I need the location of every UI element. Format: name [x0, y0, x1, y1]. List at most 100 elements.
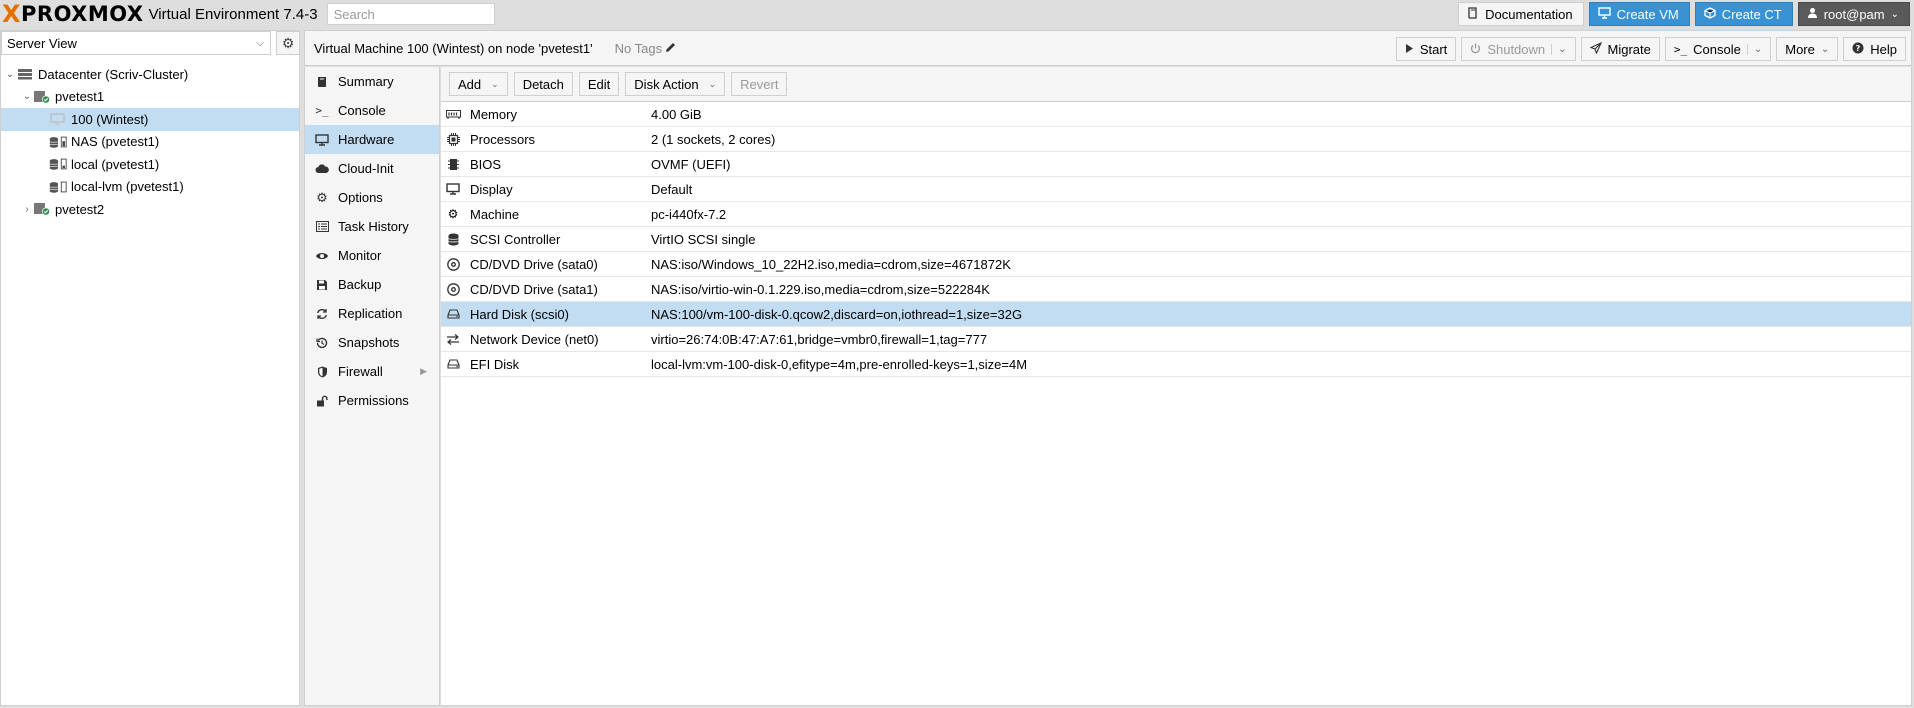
view-selector[interactable]: Server View ⌵ — [1, 31, 271, 55]
chevron-down-icon: ⌄ — [1890, 8, 1899, 20]
tree-node-storage-local[interactable]: local (pvetest1) — [1, 153, 299, 176]
menu-item-hardware[interactable]: Hardware — [305, 125, 439, 154]
menu-item-replication[interactable]: Replication — [305, 299, 439, 328]
hardware-panel: Add ⌄ Detach Edit Disk Action ⌄ Revert M… — [441, 67, 1912, 706]
hardware-row[interactable]: SCSI Controller VirtIO SCSI single — [441, 227, 1911, 252]
add-button[interactable]: Add ⌄ — [449, 72, 508, 96]
pencil-icon[interactable] — [665, 41, 676, 56]
hardware-row[interactable]: Memory 4.00 GiB — [441, 102, 1911, 127]
start-button[interactable]: Start — [1395, 37, 1457, 61]
shield-icon — [314, 366, 330, 378]
hardware-row[interactable]: Network Device (net0) virtio=26:74:0B:47… — [441, 327, 1911, 352]
expand-icon[interactable]: › — [21, 204, 33, 215]
book-icon — [314, 76, 330, 88]
collapse-icon[interactable]: ⌄ — [21, 91, 33, 102]
logo-x: X — [2, 0, 22, 28]
list-icon — [314, 221, 330, 232]
hardware-row[interactable]: CD/DVD Drive (sata0) NAS:iso/Windows_10_… — [441, 252, 1911, 277]
hdd-icon — [445, 359, 461, 369]
chevron-down-icon: ⌄ — [708, 78, 717, 89]
tree-settings-button[interactable]: ⚙ — [276, 31, 300, 55]
refresh-icon — [314, 308, 330, 320]
expand-submenu-icon[interactable]: ▶ — [420, 366, 427, 377]
create-ct-button[interactable]: Create CT — [1694, 2, 1793, 26]
storage-icon — [49, 157, 67, 171]
database-icon — [445, 233, 461, 246]
documentation-button[interactable]: Documentation — [1458, 2, 1584, 26]
cdrom-icon — [445, 257, 461, 271]
menu-item-task-history[interactable]: Task History — [305, 212, 439, 241]
question-circle-icon: ? — [1852, 42, 1864, 57]
monitor-icon — [314, 133, 330, 146]
migrate-button[interactable]: Migrate — [1580, 37, 1660, 61]
search-input[interactable] — [326, 3, 495, 25]
hardware-row[interactable]: Display Default — [441, 177, 1911, 202]
menu-item-backup[interactable]: Backup — [305, 270, 439, 299]
tree-node-pvetest1[interactable]: ⌄ pvetest1 — [1, 86, 299, 109]
menu-item-cloud-init[interactable]: Cloud-Init — [305, 154, 439, 183]
revert-button[interactable]: Revert — [731, 72, 788, 96]
menu-item-summary[interactable]: Summary — [305, 67, 439, 96]
top-bar: X PROXMOX Virtual Environment 7.4-3 Docu… — [0, 0, 1914, 28]
node-online-icon — [33, 90, 51, 104]
storage-icon — [49, 135, 67, 149]
hardware-toolbar: Add ⌄ Detach Edit Disk Action ⌄ Revert — [441, 67, 1911, 102]
power-icon — [1470, 42, 1481, 57]
hardware-row[interactable]: Hard Disk (scsi0) NAS:100/vm-100-disk-0.… — [441, 302, 1911, 327]
menu-item-permissions[interactable]: Permissions — [305, 386, 439, 415]
shutdown-button[interactable]: Shutdown ⌄ — [1461, 37, 1576, 61]
chevron-down-icon[interactable]: ⌄ — [1746, 43, 1762, 55]
console-button[interactable]: >_ Console ⌄ — [1664, 37, 1772, 61]
user-menu-button[interactable]: root@pam ⌄ — [1797, 2, 1910, 26]
chip-icon — [445, 158, 461, 171]
hardware-row[interactable]: EFI Disk local-lvm:vm-100-disk-0,efitype… — [441, 352, 1911, 377]
history-icon — [314, 337, 330, 349]
resource-tree: ⌄ Datacenter (Scriv-Cluster) ⌄ pvetest1 … — [1, 63, 299, 221]
hardware-row[interactable]: ⚙ Machine pc-i440fx-7.2 — [441, 202, 1911, 227]
menu-item-console[interactable]: >_ Console — [305, 96, 439, 125]
tree-node-vm-100[interactable]: 100 (Wintest) — [1, 108, 299, 131]
proxmox-logo[interactable]: X PROXMOX — [0, 0, 144, 28]
node-online-icon — [33, 202, 51, 216]
hardware-row[interactable]: Processors 2 (1 sockets, 2 cores) — [441, 127, 1911, 152]
storage-icon — [49, 180, 67, 194]
version-label: Virtual Environment 7.4-3 — [148, 5, 318, 23]
paper-plane-icon — [1589, 41, 1602, 57]
tree-node-storage-nas[interactable]: NAS (pvetest1) — [1, 131, 299, 154]
edit-button[interactable]: Edit — [578, 72, 620, 96]
cogs-icon: ⚙ — [447, 207, 459, 221]
disk-action-button[interactable]: Disk Action ⌄ — [625, 72, 726, 96]
menu-item-snapshots[interactable]: Snapshots — [305, 328, 439, 357]
cloud-icon — [314, 163, 330, 174]
more-button[interactable]: More ⌄ — [1776, 37, 1839, 61]
logo-text: PROXMOX — [21, 2, 144, 26]
chevron-down-icon: ⌵ — [256, 38, 264, 49]
cdrom-icon — [445, 282, 461, 296]
chevron-down-icon: ⌄ — [1820, 43, 1830, 55]
menu-item-options[interactable]: ⚙ Options — [305, 183, 439, 212]
resource-tree-panel: Server View ⌵ ⚙ ⌄ Datacenter (Scriv-Clus… — [0, 30, 300, 706]
menu-item-firewall[interactable]: Firewall ▶ — [305, 357, 439, 386]
menu-item-monitor[interactable]: Monitor — [305, 241, 439, 270]
content-header: Virtual Machine 100 (Wintest) on node 'p… — [304, 30, 1912, 66]
floppy-disk-icon — [314, 279, 330, 291]
tree-node-pvetest2[interactable]: › pvetest2 — [1, 198, 299, 221]
svg-text:?: ? — [1856, 44, 1861, 53]
chevron-down-icon[interactable]: ⌄ — [1551, 43, 1567, 55]
help-button[interactable]: ? Help — [1843, 37, 1906, 61]
create-vm-button[interactable]: Create VM — [1588, 2, 1690, 26]
detach-button[interactable]: Detach — [513, 72, 573, 96]
server-stack-icon — [16, 67, 34, 81]
terminal-icon: >_ — [315, 104, 329, 117]
tree-node-datacenter[interactable]: ⌄ Datacenter (Scriv-Cluster) — [1, 63, 299, 86]
user-icon — [1807, 7, 1818, 22]
gear-icon: ⚙ — [281, 34, 295, 51]
tree-node-storage-local-lvm[interactable]: local-lvm (pvetest1) — [1, 176, 299, 199]
collapse-icon[interactable]: ⌄ — [4, 69, 16, 80]
page-title: Virtual Machine 100 (Wintest) on node 'p… — [314, 40, 593, 56]
hardware-row[interactable]: CD/DVD Drive (sata1) NAS:iso/virtio-win-… — [441, 277, 1911, 302]
hardware-row[interactable]: BIOS OVMF (UEFI) — [441, 152, 1911, 177]
play-icon — [1405, 42, 1414, 57]
memory-icon — [445, 109, 461, 119]
tags-area[interactable]: No Tags — [615, 41, 676, 56]
